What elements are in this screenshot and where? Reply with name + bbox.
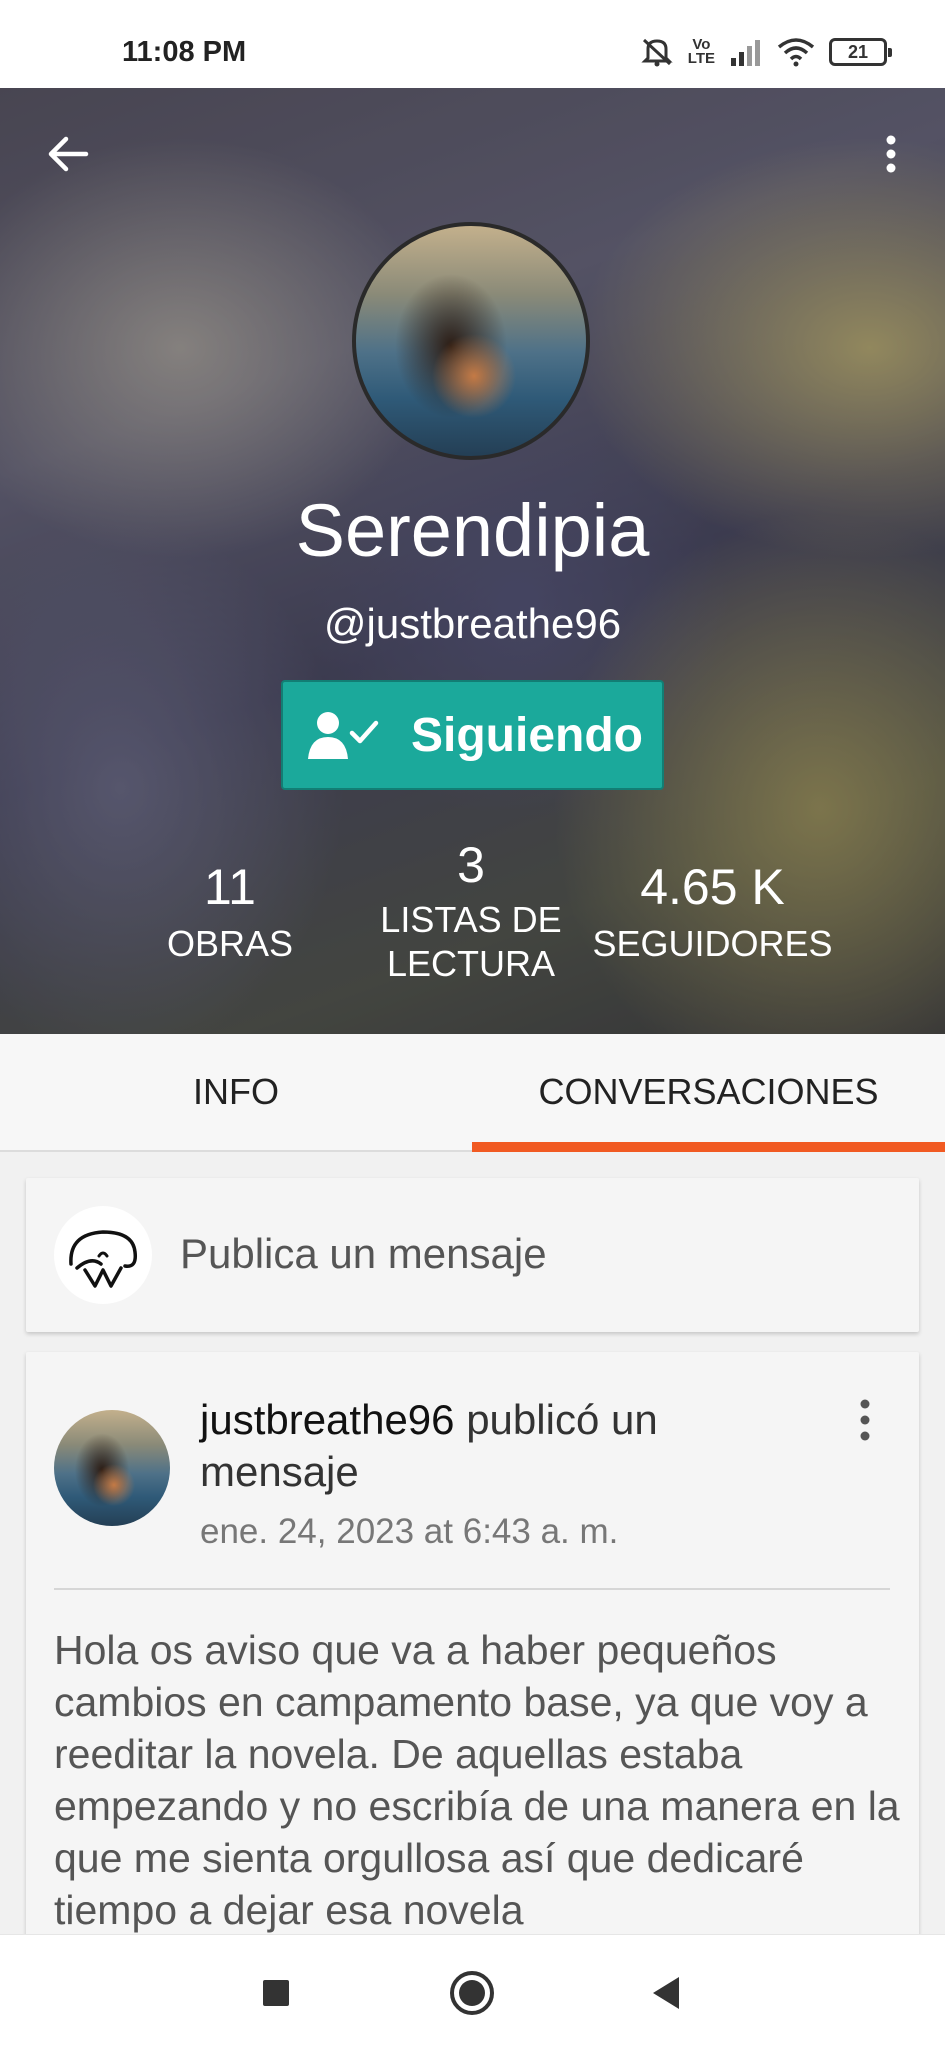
stat-works[interactable]: 11 OBRAS (150, 858, 310, 966)
reading-lists-label-line1: LISTAS DE (380, 899, 562, 940)
back-button[interactable] (40, 126, 96, 182)
status-bar: 11:08 PM Vo LTE 21 (0, 0, 945, 88)
profile-tabs: INFO CONVERSACIONES (0, 1034, 945, 1152)
volte-icon: Vo LTE (687, 36, 715, 67)
tab-info[interactable]: INFO (0, 1034, 472, 1150)
recents-button[interactable] (246, 1963, 306, 2023)
user-check-icon (305, 705, 385, 765)
username: @justbreathe96 (323, 600, 622, 647)
reading-lists-label-line2: LECTURA (386, 943, 556, 984)
stat-followers[interactable]: 4.65 K SEGUIDORES (590, 858, 835, 966)
stat-reading-lists[interactable]: 3 LISTAS DE LECTURA (360, 836, 582, 986)
following-label: Siguiendo (411, 708, 643, 762)
profile-avatar[interactable] (352, 222, 590, 460)
doodle-avatar-icon (69, 1230, 138, 1288)
back-triangle-icon (653, 1977, 679, 2009)
message-options-button[interactable] (845, 1390, 885, 1450)
more-vertical-icon (860, 1399, 870, 1441)
compose-placeholder: Publica un mensaje (180, 1230, 547, 1277)
message-divider (54, 1588, 890, 1590)
reading-lists-count: 3 (457, 837, 485, 893)
works-count: 11 (204, 859, 256, 915)
current-user-avatar (54, 1206, 152, 1304)
message-date: ene. 24, 2023 at 6:43 a. m. (200, 1512, 619, 1551)
recents-square-icon (263, 1980, 289, 2006)
status-icons: Vo LTE 21 (640, 34, 892, 70)
system-back-button[interactable] (636, 1963, 696, 2023)
battery-icon: 21 (829, 38, 892, 66)
followers-count: 4.65 K (640, 859, 785, 915)
active-tab-indicator (472, 1142, 945, 1152)
message-body: Hola os aviso que va a haber pequeños ca… (54, 1627, 900, 1933)
signal-icon (729, 38, 763, 66)
tab-conversations[interactable]: CONVERSACIONES (472, 1034, 945, 1150)
profile-header: Serendipia @justbreathe96 Siguiendo 11 O… (0, 88, 945, 1034)
message-author[interactable]: justbreathe96 (200, 1396, 455, 1443)
author-avatar[interactable] (54, 1410, 170, 1526)
home-circle-icon (450, 1971, 494, 2015)
following-button[interactable]: Siguiendo (281, 680, 664, 790)
message-header: justbreathe96 publicó un mensaje (200, 1394, 720, 1498)
wifi-icon (777, 37, 815, 67)
works-label: OBRAS (166, 923, 294, 964)
compose-message-card[interactable]: Publica un mensaje (26, 1178, 919, 1332)
arrow-left-icon (48, 136, 89, 172)
display-name: Serendipia (295, 489, 650, 572)
followers-label: SEGUIDORES (592, 923, 833, 964)
mute-icon (640, 36, 674, 68)
more-options-button[interactable] (863, 126, 919, 182)
status-time: 11:08 PM (122, 36, 247, 68)
home-button[interactable] (442, 1963, 502, 2023)
system-nav-bar (0, 1934, 945, 2048)
more-vertical-icon (886, 135, 896, 173)
